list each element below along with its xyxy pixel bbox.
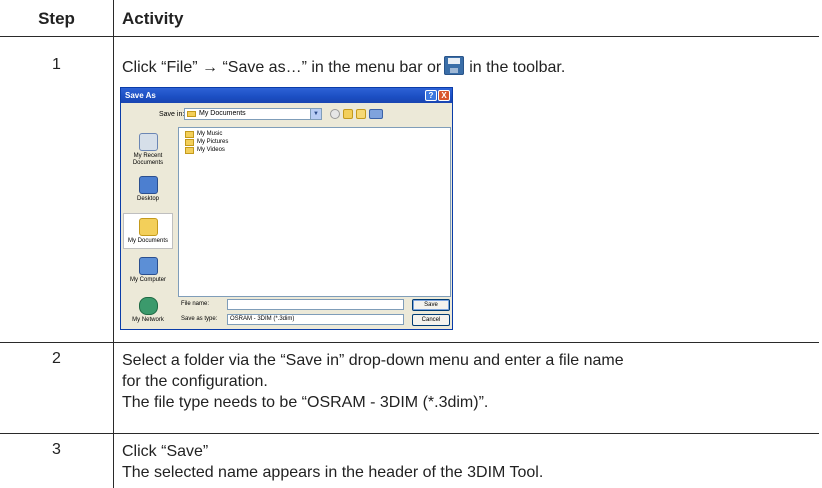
file-list: My Music My Pictures My Videos (178, 127, 451, 297)
step-number-3: 3 (52, 441, 61, 458)
views-icon (369, 109, 383, 119)
my-documents-icon (138, 218, 158, 236)
save-in-combo: My Documents ▼ (184, 108, 322, 120)
save-type-label: Save as type: (181, 316, 218, 322)
my-computer-icon (138, 257, 158, 275)
step-1-text-after: in the toolbar. (469, 59, 566, 76)
up-folder-icon (343, 109, 353, 119)
close-icon: X (438, 90, 450, 101)
desktop-icon (138, 176, 158, 194)
step-number-2: 2 (52, 350, 61, 367)
file-name-label: File name: (181, 301, 210, 307)
column-divider (113, 0, 114, 36)
row-rule (0, 342, 819, 343)
column-divider (113, 36, 114, 488)
step-3-text: Click “Save” The selected name appears i… (122, 441, 812, 483)
place-label: My Network (132, 317, 164, 323)
file-item: My Videos (185, 146, 225, 155)
help-icon: ? (425, 90, 437, 101)
place-label: Desktop (136, 196, 159, 202)
place-recent: My Recent Documents (123, 133, 173, 167)
activity-table: Step Activity 1 Click “File” → “Save as…… (0, 0, 822, 488)
back-icon (330, 109, 340, 119)
step-3-line-1: Click “Save” (122, 443, 209, 460)
step-2-line-3: The file type needs to be “OSRAM - 3DIM … (122, 394, 489, 411)
place-label: My Computer (129, 277, 166, 283)
folder-icon (185, 139, 194, 146)
save-icon (444, 56, 465, 75)
place-my-documents: My Documents (123, 213, 173, 249)
step-2-line-2: for the configuration. (122, 373, 268, 390)
save-button: Save (412, 299, 450, 311)
network-globe-icon (138, 297, 158, 315)
save-as-dialog-screenshot: Save As ? X Save in: My Documents ▼ My R… (120, 87, 453, 330)
place-my-network: My Network (123, 297, 173, 324)
row-rule (0, 433, 819, 434)
folder-icon (185, 131, 194, 138)
folder-icon (185, 147, 194, 154)
file-name-field (227, 299, 404, 310)
header-rule (0, 36, 819, 37)
header-step: Step (38, 9, 75, 28)
place-label: My Recent Documents (132, 153, 164, 166)
step-1-text-before: Click “File” → “Save as…” in the menu ba… (122, 59, 442, 76)
save-in-label: Save in: (159, 111, 185, 118)
dialog-title: Save As (121, 88, 452, 103)
save-type-field: OSRAM - 3DIM (*.3dim) (227, 314, 404, 325)
cancel-button: Cancel (412, 314, 450, 326)
place-my-computer: My Computer (123, 257, 173, 284)
new-folder-icon (356, 109, 366, 119)
file-item-label: My Videos (197, 147, 225, 153)
place-label: My Documents (127, 238, 168, 244)
place-desktop: Desktop (123, 176, 173, 203)
file-item-label: My Pictures (197, 139, 229, 145)
step-number-1: 1 (52, 56, 61, 73)
file-item-label: My Music (197, 131, 223, 137)
step-2-line-1: Select a folder via the “Save in” drop-d… (122, 352, 624, 369)
places-bar: My Recent Documents Desktop My Documents… (123, 127, 173, 328)
save-in-value: My Documents (199, 110, 246, 117)
step-3-line-2: The selected name appears in the header … (122, 464, 544, 481)
header-activity: Activity (122, 9, 184, 28)
chevron-down-icon: ▼ (310, 109, 321, 119)
step-2-text: Select a folder via the “Save in” drop-d… (122, 350, 812, 413)
step-1-text: Click “File” → “Save as…” in the menu ba… (122, 56, 812, 78)
recent-documents-icon (138, 133, 158, 151)
folder-icon (187, 111, 196, 117)
